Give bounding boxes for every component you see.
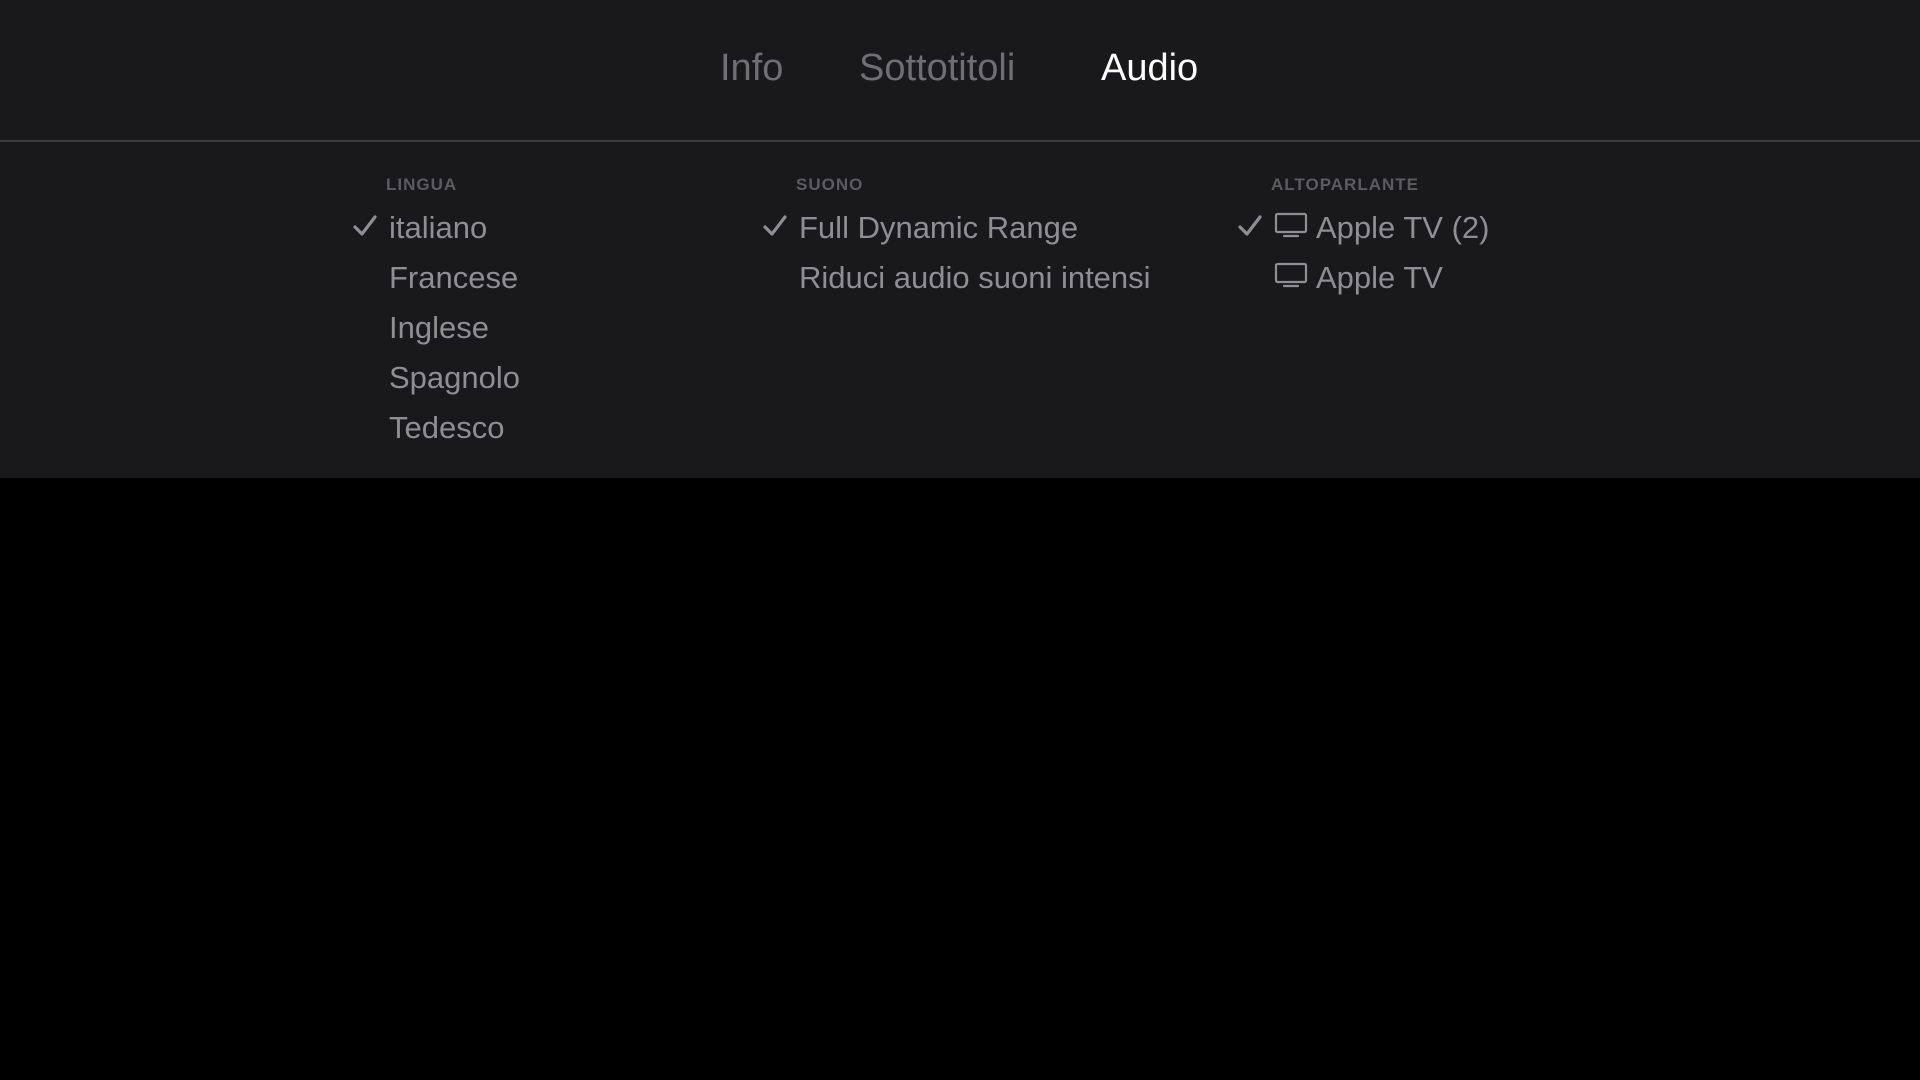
section-header-altoparlante: ALTOPARLANTE — [1271, 175, 1419, 194]
audio-settings-panel: Info Sottotitoli Audio LINGUA italiano F… — [0, 0, 1920, 478]
option-label: Inglese — [389, 310, 489, 345]
option-riduci-audio[interactable]: Riduci audio suoni intensi — [762, 252, 1202, 302]
section-header-suono: SUONO — [796, 175, 864, 194]
tv-icon — [1274, 212, 1308, 238]
option-francese[interactable]: Francese — [352, 252, 792, 302]
option-apple-tv-2[interactable]: Apple TV (2) — [1237, 202, 1677, 252]
option-label: italiano — [389, 210, 488, 245]
tab-audio[interactable]: Audio — [1101, 44, 1198, 92]
tab-sottotitoli[interactable]: Sottotitoli — [859, 44, 1015, 92]
option-label: Tedesco — [389, 410, 505, 445]
option-tedesco[interactable]: Tedesco — [352, 402, 792, 452]
checkmark-icon — [763, 215, 787, 236]
option-label: Francese — [389, 260, 519, 295]
section-header-lingua: LINGUA — [386, 175, 458, 194]
option-label: Apple TV (2) — [1316, 210, 1490, 245]
option-inglese[interactable]: Inglese — [352, 302, 792, 352]
option-label: Full Dynamic Range — [799, 210, 1079, 245]
option-label: Spagnolo — [389, 360, 521, 395]
video-area — [0, 478, 1920, 1080]
option-italiano[interactable]: italiano — [352, 202, 792, 252]
option-apple-tv[interactable]: Apple TV — [1237, 252, 1677, 302]
tv-icon — [1274, 262, 1308, 288]
tab-info[interactable]: Info — [720, 44, 783, 92]
option-full-dynamic-range[interactable]: Full Dynamic Range — [762, 202, 1202, 252]
checkmark-icon — [353, 215, 377, 236]
option-label: Apple TV — [1316, 260, 1443, 295]
checkmark-icon — [1238, 215, 1262, 236]
tab-bar: Info Sottotitoli Audio — [0, 0, 1920, 142]
option-spagnolo[interactable]: Spagnolo — [352, 352, 792, 402]
option-label: Riduci audio suoni intensi — [799, 260, 1151, 295]
